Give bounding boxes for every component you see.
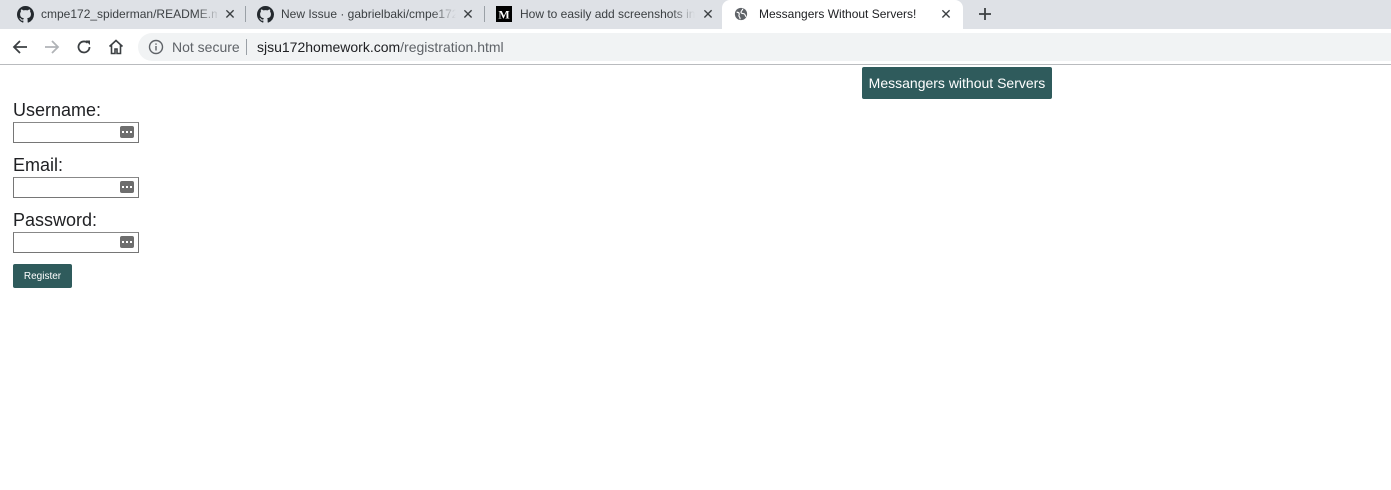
back-button[interactable]	[9, 36, 31, 58]
new-tab-button[interactable]	[974, 3, 996, 25]
password-manager-icon[interactable]	[120, 126, 134, 138]
email-field[interactable]	[13, 177, 139, 198]
email-label: Email:	[13, 155, 64, 175]
tab-messangers[interactable]: Messangers Without Servers! ✕	[722, 0, 963, 29]
medium-icon: M	[495, 5, 513, 23]
tab-medium[interactable]: M How to easily add screenshots in ✕	[485, 0, 722, 29]
url-text[interactable]: sjsu172homework.com/registration.html	[257, 39, 504, 55]
github-icon	[256, 5, 274, 23]
forward-arrow-icon	[45, 40, 60, 54]
register-button[interactable]: Register	[13, 264, 72, 288]
home-icon	[108, 39, 124, 55]
password-manager-icon[interactable]	[120, 181, 134, 193]
tab-title: New Issue · gabrielbaki/cmpe172	[281, 7, 456, 21]
github-icon	[16, 5, 34, 23]
globe-icon	[732, 5, 750, 23]
password-label: Password:	[13, 210, 98, 230]
tab-title: How to easily add screenshots in	[520, 7, 695, 21]
reload-icon	[77, 40, 91, 54]
back-arrow-icon	[12, 40, 27, 54]
tab-title-fade	[671, 0, 695, 29]
home-button[interactable]	[105, 36, 127, 58]
close-icon[interactable]: ✕	[699, 5, 717, 23]
address-divider	[246, 39, 247, 55]
tab-title: cmpe172_spiderman/README.m	[41, 7, 217, 21]
site-title-button[interactable]: Messangers without Servers	[862, 67, 1052, 99]
reload-button[interactable]	[73, 36, 95, 58]
password-field[interactable]	[13, 232, 139, 253]
url-host: sjsu172homework.com	[257, 39, 401, 55]
tab-title-fade	[432, 0, 456, 29]
browser-toolbar: Not secure sjsu172homework.com/registrat…	[0, 29, 1391, 65]
tab-new-issue[interactable]: New Issue · gabrielbaki/cmpe172 ✕	[246, 0, 484, 29]
tab-title-fade	[196, 0, 220, 29]
username-label: Username:	[13, 100, 102, 120]
svg-text:M: M	[498, 8, 509, 22]
security-status[interactable]: Not secure	[172, 39, 240, 55]
tab-strip: cmpe172_spiderman/README.m ✕ New Issue ·…	[0, 0, 1391, 29]
forward-button[interactable]	[41, 36, 63, 58]
info-icon[interactable]	[148, 39, 164, 55]
close-icon[interactable]: ✕	[459, 5, 477, 23]
tab-title: Messangers Without Servers!	[759, 7, 917, 21]
username-field[interactable]	[13, 122, 139, 143]
url-path: /registration.html	[400, 39, 504, 55]
password-manager-icon[interactable]	[120, 236, 134, 248]
address-bar[interactable]: Not secure sjsu172homework.com/registrat…	[138, 33, 1391, 61]
tab-readme[interactable]: cmpe172_spiderman/README.m ✕	[0, 0, 245, 29]
close-icon[interactable]: ✕	[221, 5, 239, 23]
close-icon[interactable]: ✕	[937, 5, 955, 23]
